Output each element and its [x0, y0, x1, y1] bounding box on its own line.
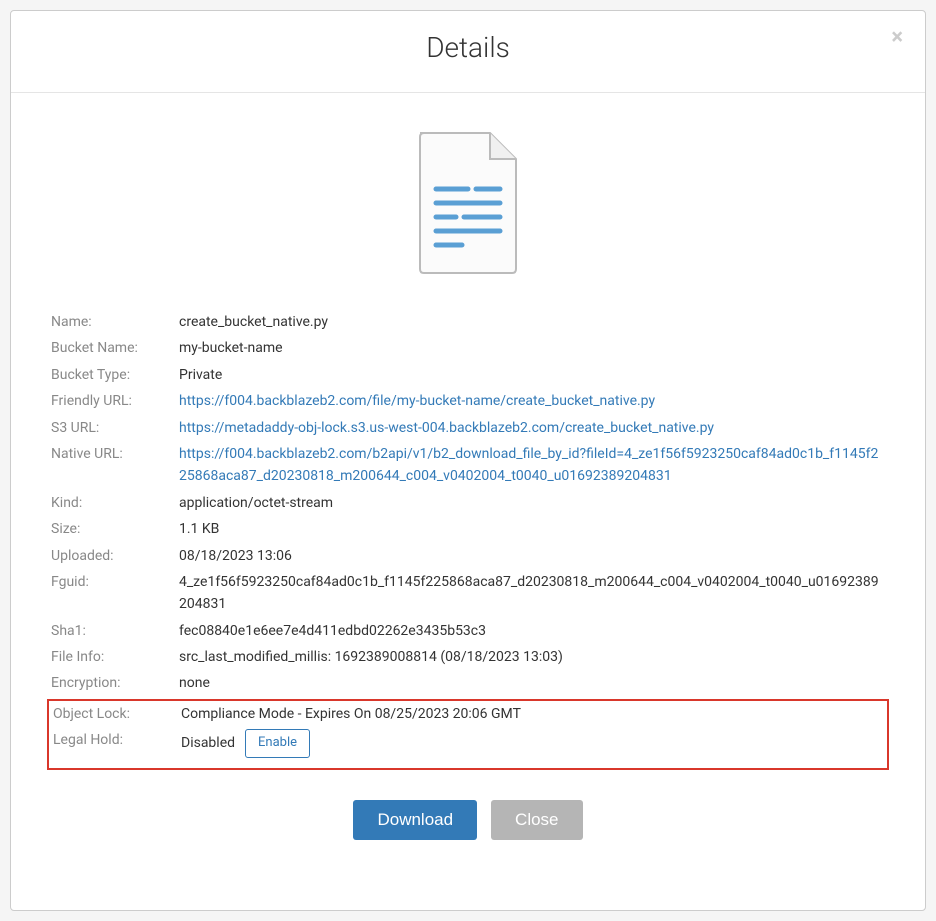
- value-encryption: none: [179, 672, 885, 694]
- row-friendly-url: Friendly URL: https://f004.backblazeb2.c…: [51, 390, 885, 412]
- link-native-url[interactable]: https://f004.backblazeb2.com/b2api/v1/b2…: [179, 446, 878, 484]
- value-name: create_bucket_native.py: [179, 311, 885, 333]
- value-sha1: fec08840e1e6ee7e4d411edbd02262e3435b53c3: [179, 620, 885, 642]
- value-kind: application/octet-stream: [179, 492, 885, 514]
- label-s3-url: S3 URL:: [51, 417, 179, 439]
- label-size: Size:: [51, 518, 179, 540]
- row-uploaded: Uploaded: 08/18/2023 13:06: [51, 545, 885, 567]
- value-size: 1.1 KB: [179, 518, 885, 540]
- details-modal: Details × Name: create_bucket_native.py: [10, 10, 926, 911]
- enable-button[interactable]: Enable: [245, 729, 310, 758]
- value-bucket-name: my-bucket-name: [179, 337, 885, 359]
- highlight-box: Object Lock: Compliance Mode - Expires O…: [47, 699, 889, 770]
- label-legal-hold: Legal Hold:: [53, 729, 181, 751]
- row-object-lock: Object Lock: Compliance Mode - Expires O…: [49, 703, 887, 725]
- label-file-info: File Info:: [51, 646, 179, 668]
- value-friendly-url[interactable]: https://f004.backblazeb2.com/file/my-buc…: [179, 390, 885, 412]
- row-bucket-name: Bucket Name: my-bucket-name: [51, 337, 885, 359]
- row-file-info: File Info: src_last_modified_millis: 169…: [51, 646, 885, 668]
- label-object-lock: Object Lock:: [53, 703, 181, 725]
- label-name: Name:: [51, 311, 179, 333]
- value-fguid: 4_ze1f56f5923250caf84ad0c1b_f1145f225868…: [179, 571, 885, 616]
- value-bucket-type: Private: [179, 364, 885, 386]
- label-bucket-name: Bucket Name:: [51, 337, 179, 359]
- label-fguid: Fguid:: [51, 571, 179, 593]
- modal-header: Details ×: [11, 11, 925, 93]
- row-name: Name: create_bucket_native.py: [51, 311, 885, 333]
- label-kind: Kind:: [51, 492, 179, 514]
- value-uploaded: 08/18/2023 13:06: [179, 545, 885, 567]
- row-fguid: Fguid: 4_ze1f56f5923250caf84ad0c1b_f1145…: [51, 571, 885, 616]
- value-legal-hold: Disabled Enable: [181, 729, 883, 758]
- link-friendly-url[interactable]: https://f004.backblazeb2.com/file/my-buc…: [179, 393, 655, 409]
- value-file-info: src_last_modified_millis: 1692389008814 …: [179, 646, 885, 668]
- value-s3-url[interactable]: https://metadaddy-obj-lock.s3.us-west-00…: [179, 417, 885, 439]
- label-friendly-url: Friendly URL:: [51, 390, 179, 412]
- label-bucket-type: Bucket Type:: [51, 364, 179, 386]
- label-encryption: Encryption:: [51, 672, 179, 694]
- close-icon[interactable]: ×: [891, 25, 903, 50]
- file-icon-wrap: [51, 93, 885, 311]
- modal-title: Details: [31, 31, 905, 64]
- row-sha1: Sha1: fec08840e1e6ee7e4d411edbd02262e343…: [51, 620, 885, 642]
- value-object-lock: Compliance Mode - Expires On 08/25/2023 …: [181, 703, 883, 725]
- legal-hold-status: Disabled: [181, 732, 235, 754]
- link-s3-url[interactable]: https://metadaddy-obj-lock.s3.us-west-00…: [179, 420, 714, 436]
- row-native-url: Native URL: https://f004.backblazeb2.com…: [51, 443, 885, 488]
- row-size: Size: 1.1 KB: [51, 518, 885, 540]
- row-encryption: Encryption: none: [51, 672, 885, 694]
- label-native-url: Native URL:: [51, 443, 179, 465]
- file-icon: [408, 129, 528, 277]
- row-bucket-type: Bucket Type: Private: [51, 364, 885, 386]
- modal-body: Name: create_bucket_native.py Bucket Nam…: [11, 93, 925, 910]
- row-kind: Kind: application/octet-stream: [51, 492, 885, 514]
- download-button[interactable]: Download: [353, 800, 477, 840]
- close-button[interactable]: Close: [491, 800, 582, 840]
- row-legal-hold: Legal Hold: Disabled Enable: [49, 729, 887, 758]
- label-sha1: Sha1:: [51, 620, 179, 642]
- value-native-url[interactable]: https://f004.backblazeb2.com/b2api/v1/b2…: [179, 443, 885, 488]
- details-table: Name: create_bucket_native.py Bucket Nam…: [51, 311, 885, 770]
- modal-footer: Download Close: [51, 770, 885, 870]
- label-uploaded: Uploaded:: [51, 545, 179, 567]
- row-s3-url: S3 URL: https://metadaddy-obj-lock.s3.us…: [51, 417, 885, 439]
